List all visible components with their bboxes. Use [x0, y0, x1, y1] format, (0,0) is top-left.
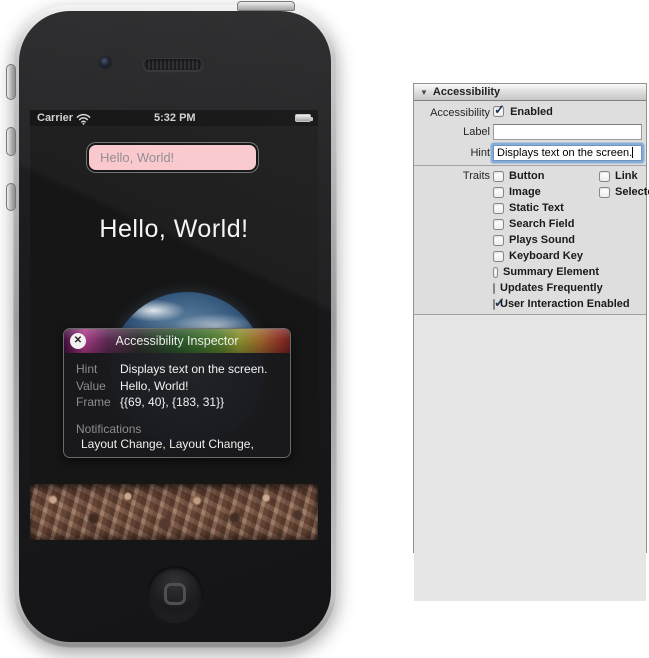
panel-header-title: Accessibility [433, 86, 500, 98]
trait-checkbox-plays-sound[interactable]: Plays Sound [493, 234, 599, 246]
iphone-device: Carrier 5:32 PM Hello, World! Hello, Wor… [13, 5, 337, 648]
traits-grid: Button Link Image Selected [493, 168, 649, 312]
wifi-icon [76, 113, 91, 125]
inspector-row-hint: Hint Displays text on the screen. [76, 361, 290, 378]
traits-row-label: Traits [414, 170, 490, 182]
trait-checkbox-user-interaction-enabled[interactable]: User Interaction Enabled [493, 298, 599, 310]
volume-up-button[interactable] [6, 127, 16, 156]
carrier-label: Carrier [37, 112, 73, 124]
screenshot-root: Carrier 5:32 PM Hello, World! Hello, Wor… [0, 0, 649, 658]
mute-switch[interactable] [6, 64, 16, 100]
inspector-title: Accessibility Inspector [116, 334, 239, 348]
trait-checkbox-search-field[interactable]: Search Field [493, 218, 599, 230]
close-icon[interactable]: ✕ [70, 333, 86, 349]
trait-checkbox-image[interactable]: Image [493, 186, 599, 198]
panel-header[interactable]: ▼ Accessibility [414, 84, 646, 101]
panel-empty-area [414, 315, 646, 601]
panel-top-section: Accessibility Enabled Label Hint Display… [414, 101, 646, 166]
trait-checkbox-static-text[interactable]: Static Text [493, 202, 599, 214]
inspector-notifications: Notifications Layout Change, Layout Chan… [76, 422, 290, 452]
trait-checkbox-updates-frequently[interactable]: Updates Frequently [493, 282, 599, 294]
text-cursor [632, 147, 633, 158]
hint-row-label: Hint [414, 147, 490, 159]
hello-text-field[interactable]: Hello, World! [87, 143, 258, 172]
hello-world-label: Hello, World! [30, 215, 318, 244]
status-bar: Carrier 5:32 PM [30, 110, 318, 126]
label-row-label: Label [414, 126, 490, 138]
panel-traits-section: Traits Button Link Image [414, 166, 646, 315]
home-button-icon [164, 583, 186, 605]
notifications-label: Notifications [76, 422, 290, 437]
front-camera-icon [100, 57, 111, 68]
enabled-checkbox-box[interactable] [493, 106, 504, 117]
trait-checkbox-keyboard-key[interactable]: Keyboard Key [493, 250, 599, 262]
clock-label: 5:32 PM [154, 112, 196, 124]
simulator-screen: Carrier 5:32 PM Hello, World! Hello, Wor… [30, 110, 318, 542]
enabled-checkbox-label: Enabled [510, 106, 553, 118]
power-button[interactable] [237, 1, 295, 11]
inspector-body: Hint Displays text on the screen. Value … [64, 353, 290, 452]
notifications-value: Layout Change, Layout Change, [81, 437, 290, 452]
home-button[interactable] [147, 566, 203, 622]
accessibility-row-label: Accessibility [414, 107, 490, 119]
earpiece-speaker [143, 58, 203, 71]
inspector-title-bar: ✕ Accessibility Inspector [64, 329, 290, 353]
phone-front-glass: Carrier 5:32 PM Hello, World! Hello, Wor… [19, 11, 331, 642]
inspector-row-frame: Frame {{69, 40}, {183, 31}} [76, 394, 290, 411]
trait-checkbox-selected[interactable]: Selected [599, 186, 649, 198]
trait-checkbox-button[interactable]: Button [493, 170, 599, 182]
trait-checkbox-summary-element[interactable]: Summary Element [493, 266, 599, 278]
inspector-row-value: Value Hello, World! [76, 378, 290, 395]
battery-icon [295, 114, 311, 122]
ground-texture-image [30, 484, 318, 540]
disclosure-triangle-icon[interactable]: ▼ [420, 88, 428, 97]
hint-input[interactable]: Displays text on the screen. [493, 145, 642, 161]
label-input[interactable] [493, 124, 642, 140]
accessibility-inspector-panel: ✕ Accessibility Inspector Hint Displays … [63, 328, 291, 458]
accessibility-settings-panel: ▼ Accessibility Accessibility Enabled La… [413, 83, 647, 553]
enabled-checkbox[interactable]: Enabled [493, 106, 553, 118]
volume-down-button[interactable] [6, 183, 16, 211]
hello-text-field-value: Hello, World! [100, 150, 174, 165]
trait-checkbox-link[interactable]: Link [599, 170, 638, 182]
